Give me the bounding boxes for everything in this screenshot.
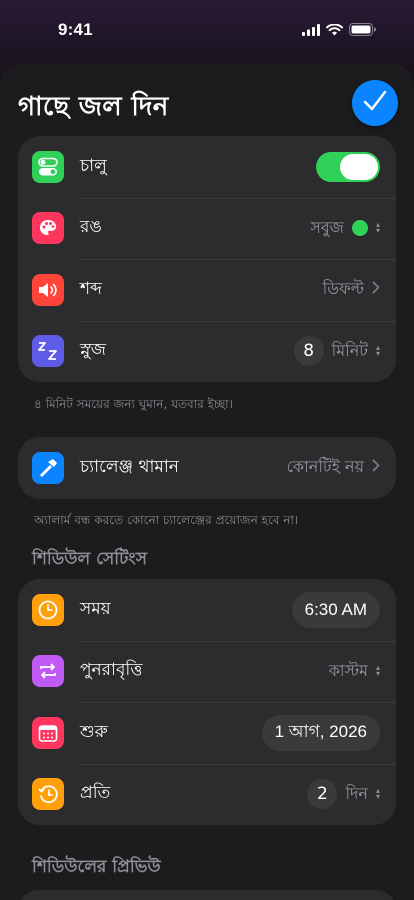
toggle-knob — [340, 153, 378, 180]
cellular-signal-icon — [302, 21, 320, 40]
speaker-icon — [32, 273, 64, 306]
checkmark-icon — [363, 90, 387, 116]
challenge-footnote: অ্যালার্ম বন্ধ করতে কোনো চ্যালেঞ্জের প্র… — [34, 513, 299, 527]
sound-value: ডিফল্ট — [322, 279, 364, 299]
clock-icon — [32, 593, 64, 626]
chevron-right-icon — [372, 459, 380, 476]
time-value[interactable]: 6:30 AM — [291, 591, 380, 628]
color-row[interactable]: রঙ সবুজ ▴ ▾ — [18, 197, 396, 260]
start-value[interactable]: 1 আগ, 2026 — [261, 714, 380, 751]
snooze-unit: মিনিট — [331, 340, 368, 360]
challenge-value: কোনটিই নয় — [286, 457, 364, 477]
done-button[interactable] — [352, 80, 398, 126]
repeat-value: কাস্টম — [328, 660, 368, 680]
sheet-title: গাছে জল দিন — [18, 92, 169, 122]
challenge-row[interactable]: চ্যালেঞ্জ থামান কোনটিই নয় — [18, 437, 396, 499]
snooze-number[interactable]: 8 — [293, 336, 324, 367]
sound-row[interactable]: শব্দ ডিফল্ট — [18, 259, 396, 321]
alarm-settings-card: চালু রঙ সবুজ ▴ ▾ শব্দ ডিফল্ট স্নুজ 8 মিন… — [18, 136, 396, 382]
start-label: শুরু — [80, 721, 108, 742]
updown-chevron-icon: ▴ ▾ — [375, 663, 380, 679]
snooze-footnote: ৪ মিনিট সময়ের জন্য ঘুমান, যতবার ইচ্ছা। — [34, 397, 233, 411]
enabled-label: চালু — [80, 155, 107, 176]
time-row[interactable]: সময় 6:30 AM — [18, 579, 396, 641]
preview-card — [18, 890, 396, 900]
preview-section-header: শিডিউলের প্রিভিউ — [32, 857, 161, 877]
repeat-row[interactable]: পুনরাবৃত্তি কাস্টম ▴ ▾ — [18, 640, 396, 703]
challenge-label: চ্যালেঞ্জ থামান — [80, 456, 179, 477]
challenge-value-group: কোনটিই নয় — [286, 454, 380, 481]
alarm-edit-sheet: গাছে জল দিন চালু রঙ সবুজ ▴ ▾ শব্দ ডিফল্ট… — [0, 64, 414, 900]
every-row[interactable]: প্রতি 2 দিন ▴ ▾ — [18, 763, 396, 826]
calendar-icon — [32, 716, 64, 749]
sound-value-group: ডিফল্ট — [323, 276, 380, 303]
updown-chevron-icon: ▴ ▾ — [375, 786, 380, 802]
repeat-label: পুনরাবৃত্তি — [80, 660, 143, 681]
every-unit: দিন — [345, 783, 368, 803]
every-label: প্রতি — [80, 783, 111, 804]
color-label: রঙ — [80, 217, 102, 238]
challenge-card: চ্যালেঞ্জ থামান কোনটিই নয় — [18, 437, 396, 499]
wifi-icon — [326, 21, 343, 40]
sound-label: শব্দ — [80, 278, 102, 299]
color-value-group: সবুজ ▴ ▾ — [310, 215, 380, 242]
updown-chevron-icon: ▴ ▾ — [375, 220, 380, 236]
schedule-section-header: শিডিউল সেটিংস — [32, 549, 147, 569]
color-swatch — [351, 220, 368, 237]
status-time: 9:41 — [58, 20, 93, 39]
repeat-arrows-icon — [32, 655, 64, 688]
every-value-group: 2 দিন ▴ ▾ — [307, 779, 380, 810]
snooze-zzz-icon — [32, 335, 64, 368]
hammer-icon — [32, 451, 64, 484]
schedule-card: সময় 6:30 AM পুনরাবৃত্তি কাস্টম ▴ ▾ শুরু… — [18, 579, 396, 825]
battery-icon — [349, 21, 376, 40]
snooze-row[interactable]: স্নুজ 8 মিনিট ▴ ▾ — [18, 320, 396, 383]
palette-icon — [32, 212, 64, 245]
start-row[interactable]: শুরু 1 আগ, 2026 — [18, 702, 396, 764]
enabled-row[interactable]: চালু — [18, 136, 396, 198]
repeat-value-group: কাস্টম ▴ ▾ — [329, 658, 380, 685]
every-number[interactable]: 2 — [307, 779, 338, 810]
snooze-label: স্নুজ — [80, 340, 106, 361]
enabled-toggle[interactable] — [316, 151, 380, 182]
updown-chevron-icon: ▴ ▾ — [375, 343, 380, 359]
snooze-value-group: 8 মিনিট ▴ ▾ — [293, 336, 380, 367]
history-clock-icon — [32, 778, 64, 811]
toggle-icon — [32, 150, 64, 183]
sheet-header: গাছে জল দিন — [0, 64, 414, 140]
chevron-right-icon — [372, 281, 380, 298]
status-bar: 9:41 — [0, 0, 414, 60]
status-icons — [302, 21, 376, 40]
time-label: সময় — [80, 598, 111, 619]
color-value: সবুজ — [310, 217, 344, 237]
